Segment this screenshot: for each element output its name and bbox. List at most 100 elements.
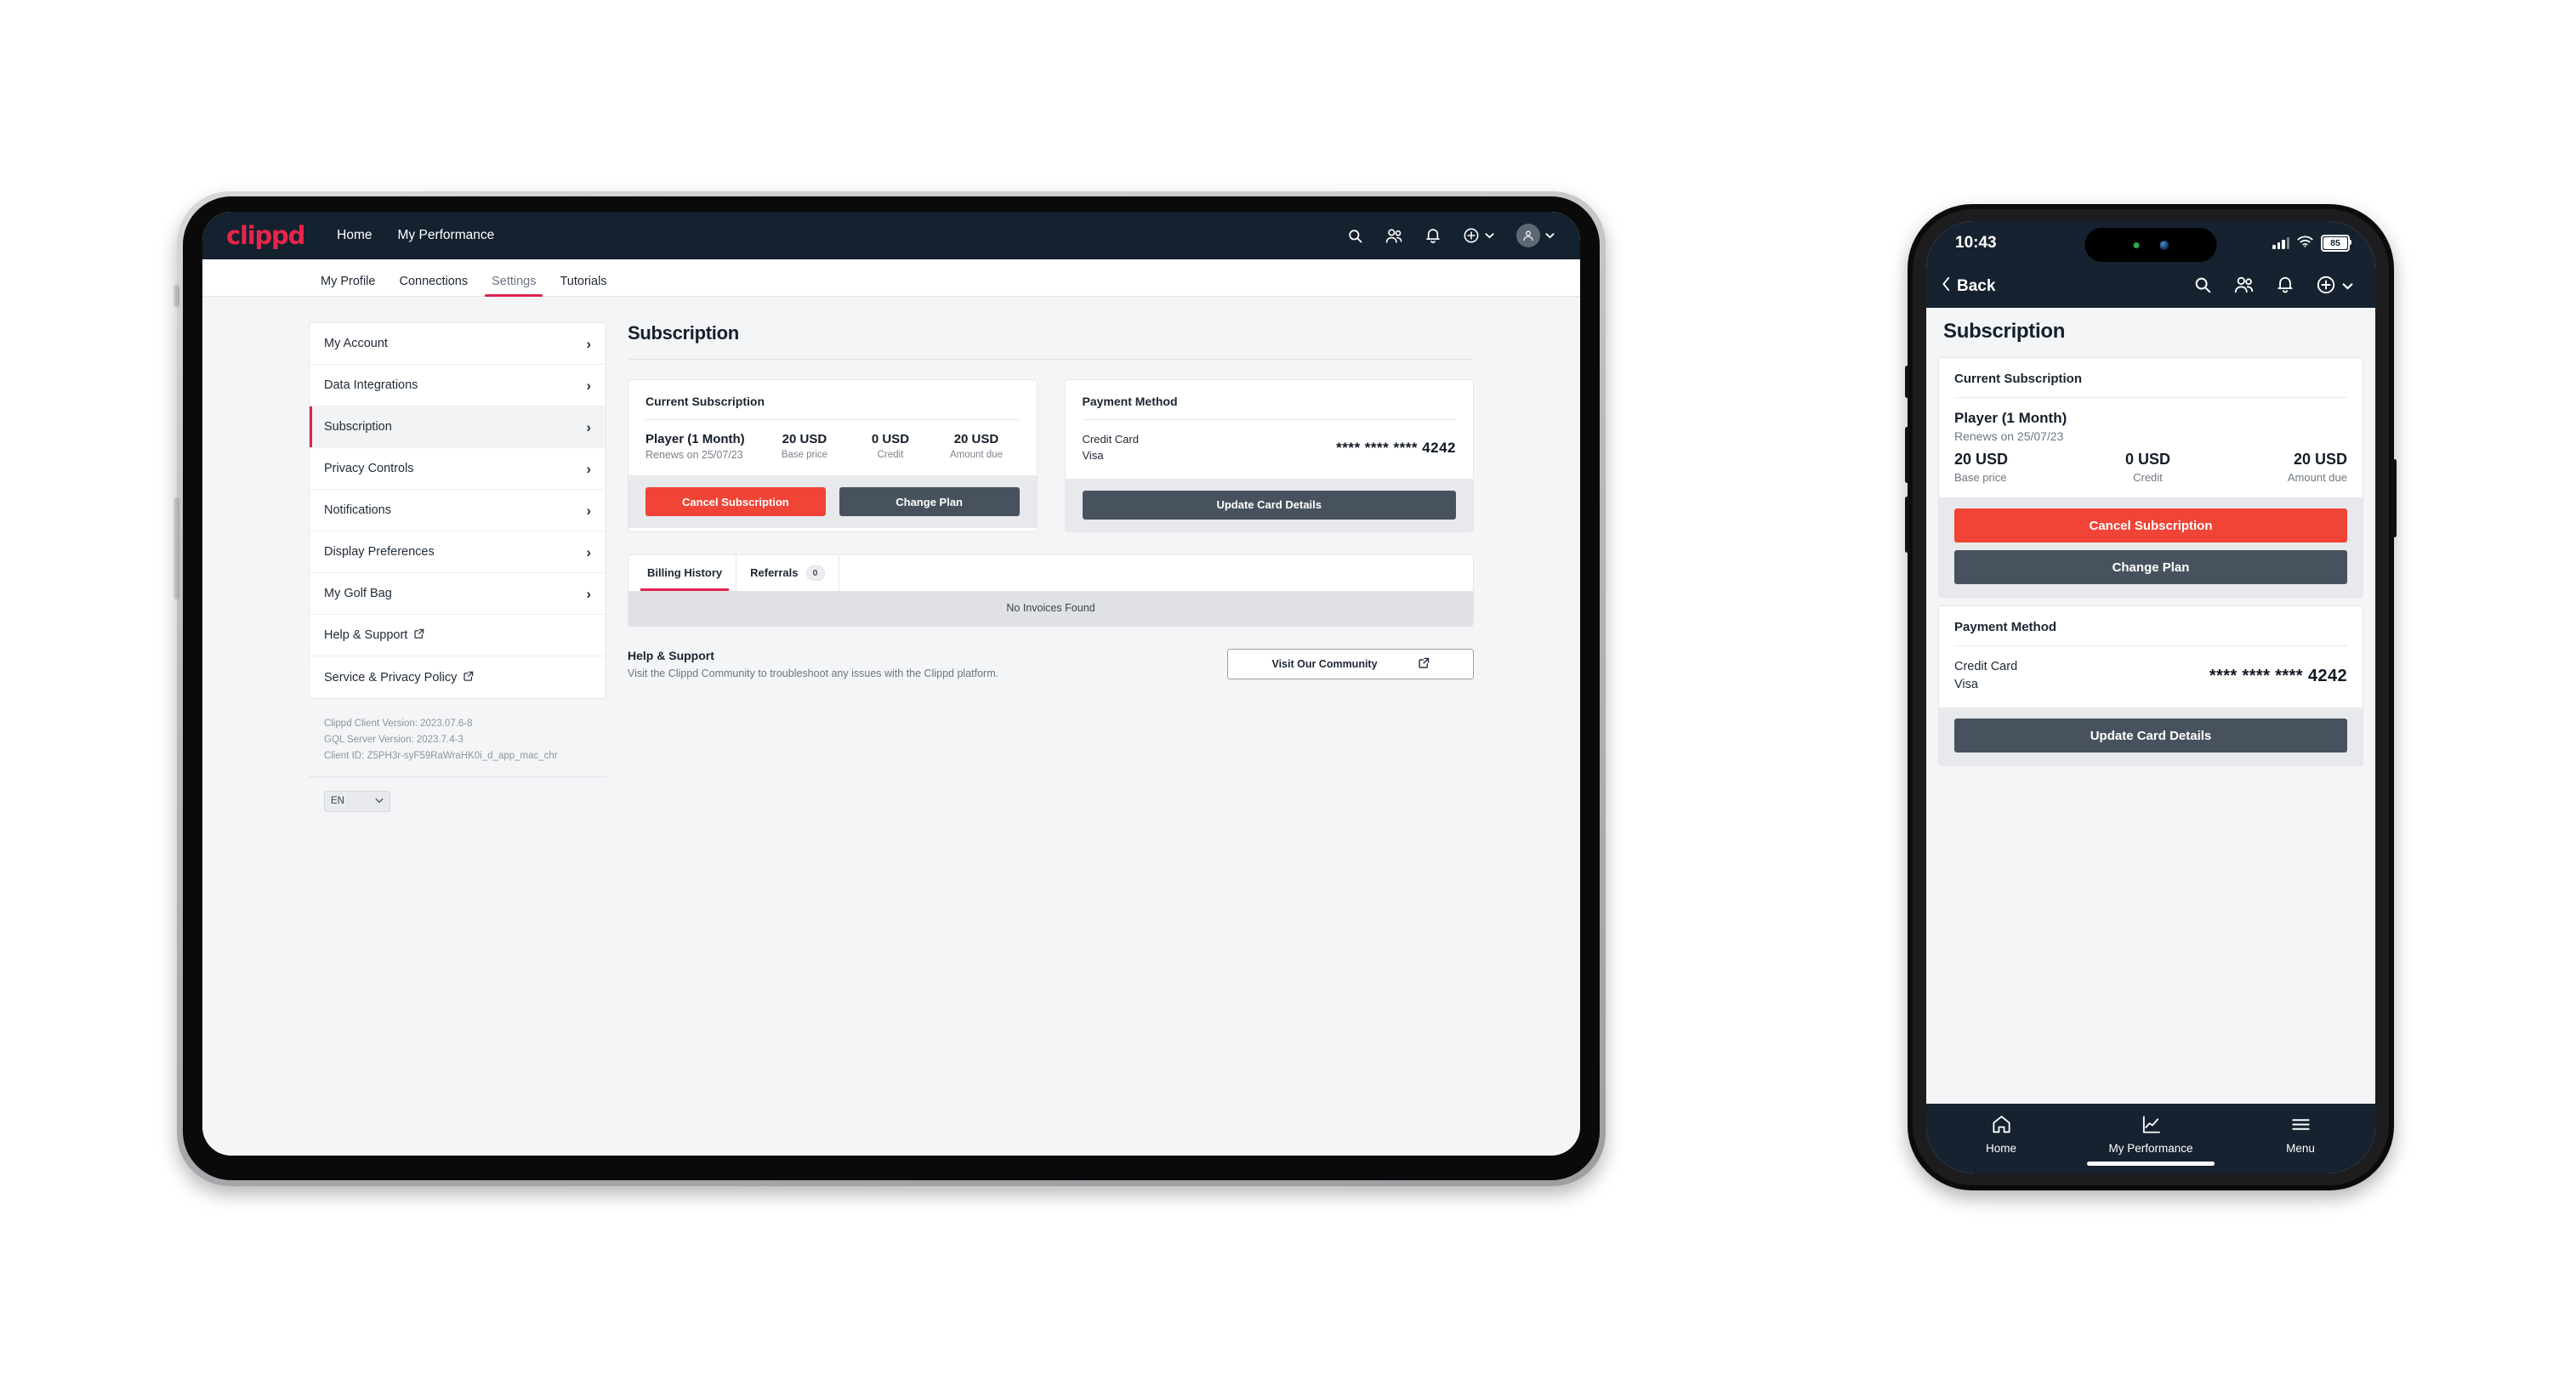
avatar[interactable] [1516, 224, 1540, 247]
phone-update-card-details-button[interactable]: Update Card Details [1954, 719, 2347, 753]
sidebar-item-my-account[interactable]: My Account › [310, 323, 606, 365]
phone-cancel-subscription-button[interactable]: Cancel Subscription [1954, 508, 2347, 542]
referrals-count-badge: 0 [805, 565, 825, 581]
tab-tutorials[interactable]: Tutorials [548, 275, 618, 296]
phone-page-title: Subscription [1943, 320, 2066, 343]
hamburger-icon [2290, 1114, 2312, 1138]
tab-connections[interactable]: Connections [387, 275, 480, 296]
sidebar-item-notifications[interactable]: Notifications › [310, 490, 606, 531]
version-info: Clippd Client Version: 2023.07.6-8 GQL S… [309, 716, 606, 764]
phone-volume-down-button [1905, 497, 1909, 553]
external-link-icon [414, 628, 424, 642]
tab-settings[interactable]: Settings [480, 275, 548, 297]
plus-circle-icon[interactable] [2316, 275, 2336, 299]
sidebar-item-display-preferences[interactable]: Display Preferences › [310, 531, 606, 573]
settings-sidebar: My Account › Data Integrations › Subscri… [309, 322, 606, 1155]
camera-indicator-dot [2133, 241, 2139, 248]
tab-menu-label: Menu [2286, 1142, 2315, 1155]
screenshot-canvas: clippd Home My Performance My Profile Co… [0, 0, 2576, 1386]
plus-circle-icon[interactable] [1463, 227, 1480, 244]
settings-main-panel: Subscription Current Subscription Player… [628, 322, 1474, 1155]
external-link-icon [1418, 657, 1430, 671]
battery-icon: 85 [2321, 235, 2351, 252]
tablet-body: My Account › Data Integrations › Subscri… [202, 297, 1580, 1155]
clippd-logo[interactable]: clippd [226, 221, 305, 250]
home-indicator [2087, 1162, 2215, 1166]
tab-billing-history[interactable]: Billing History [634, 554, 737, 591]
phone-base-price-label: Base price [1954, 471, 2007, 484]
change-plan-button[interactable]: Change Plan [839, 487, 1020, 516]
credit-stat: 0 USD Credit [847, 432, 933, 460]
phone-credit-value: 0 USD [2124, 451, 2170, 468]
phone-payment-method-card: Payment Method Credit Card Visa **** ***… [1938, 605, 2363, 767]
sidebar-item-label: Privacy Controls [324, 462, 414, 475]
add-menu[interactable] [1463, 227, 1494, 244]
sidebar-item-service-and-privacy-policy[interactable]: Service & Privacy Policy [310, 656, 606, 698]
tab-menu[interactable]: Menu [2226, 1114, 2375, 1155]
payment-row: Credit Card Visa **** **** **** 4242 [1083, 432, 1457, 464]
account-menu[interactable] [1516, 224, 1555, 247]
language-select[interactable]: EN [324, 790, 390, 812]
sidebar-item-label: My Account [324, 337, 388, 350]
tablet-screen: clippd Home My Performance My Profile Co… [202, 212, 1580, 1156]
phone-content: Subscription Current Subscription Player… [1926, 308, 2375, 1104]
tab-home[interactable]: Home [1926, 1114, 2076, 1155]
phone-card-number-masked: **** **** **** 4242 [2209, 666, 2347, 685]
phone-app-bar: Back [1926, 265, 2375, 308]
search-icon[interactable] [1347, 228, 1363, 244]
phone-volume-up-button [1905, 427, 1909, 483]
cancel-subscription-button[interactable]: Cancel Subscription [645, 487, 826, 516]
nav-link-my-performance[interactable]: My Performance [398, 228, 495, 243]
phone-add-menu[interactable] [2316, 275, 2353, 299]
bell-icon[interactable] [2277, 275, 2294, 298]
sidebar-item-privacy-controls[interactable]: Privacy Controls › [310, 448, 606, 490]
sidebar-item-my-golf-bag[interactable]: My Golf Bag › [310, 573, 606, 615]
tab-my-profile[interactable]: My Profile [309, 275, 387, 296]
phone-status-bar: 10:43 85 [1926, 221, 2375, 265]
visit-community-button[interactable]: Visit Our Community [1227, 648, 1474, 679]
phone-current-subscription-card: Current Subscription Player (1 Month) Re… [1938, 357, 2363, 598]
phone-mute-switch [1905, 366, 1909, 398]
language-value: EN [331, 796, 344, 807]
phone-device-mockup: 10:43 85 Back Subscription Current Subsc… [1905, 204, 2397, 1190]
phone-change-plan-button[interactable]: Change Plan [1954, 550, 2347, 584]
people-icon[interactable] [1385, 228, 1403, 244]
bell-icon[interactable] [1425, 227, 1441, 244]
phone-bottom-tab-bar: Home My Performance Menu [1926, 1104, 2375, 1173]
plan-name: Player (1 Month) [645, 432, 745, 446]
sidebar-item-data-integrations[interactable]: Data Integrations › [310, 365, 606, 406]
tablet-topbar: clippd Home My Performance [202, 212, 1580, 259]
phone-payment-method-body: Credit Card Visa **** **** **** 4242 [1939, 646, 2363, 707]
sidebar-item-label: My Golf Bag [324, 587, 392, 600]
help-support-title: Help & Support [628, 648, 714, 662]
tab-label: Billing History [647, 566, 723, 580]
sidebar-item-subscription[interactable]: Subscription › [310, 406, 606, 448]
update-card-details-button[interactable]: Update Card Details [1082, 490, 1456, 520]
chevron-down-icon[interactable] [2342, 279, 2353, 294]
card-type-info: Credit Card Visa [1083, 432, 1139, 464]
payment-method-body: Credit Card Visa **** **** **** 4242 [1066, 420, 1474, 479]
chevron-right-icon: › [586, 502, 591, 519]
phone-subscription-actions: Cancel Subscription Change Plan [1939, 497, 2363, 597]
chevron-down-icon[interactable] [1485, 232, 1494, 239]
chevron-right-icon: › [586, 585, 591, 602]
people-icon[interactable] [2234, 275, 2255, 298]
tab-my-performance[interactable]: My Performance [2076, 1114, 2226, 1155]
chevron-right-icon: › [586, 418, 591, 435]
wifi-icon [2297, 236, 2313, 252]
billing-history-tabs: Billing History Referrals 0 [628, 554, 1473, 591]
nav-link-home[interactable]: Home [337, 228, 372, 243]
sidebar-item-help-and-support[interactable]: Help & Support [310, 615, 606, 656]
settings-tab-bar: My Profile Connections Settings Tutorial… [202, 259, 1580, 297]
back-button[interactable]: Back [1942, 276, 1995, 297]
chevron-down-icon [375, 796, 384, 806]
page-title: Subscription [628, 322, 739, 344]
amount-due-stat: 20 USD Amount due [933, 432, 1019, 460]
base-price-label: Base price [781, 450, 828, 460]
chevron-right-icon: › [586, 377, 591, 394]
home-icon [1991, 1114, 2012, 1138]
tab-referrals[interactable]: Referrals 0 [736, 554, 839, 591]
search-icon[interactable] [2193, 275, 2212, 298]
chevron-down-icon[interactable] [1545, 232, 1555, 239]
base-price-value: 20 USD [782, 432, 827, 446]
